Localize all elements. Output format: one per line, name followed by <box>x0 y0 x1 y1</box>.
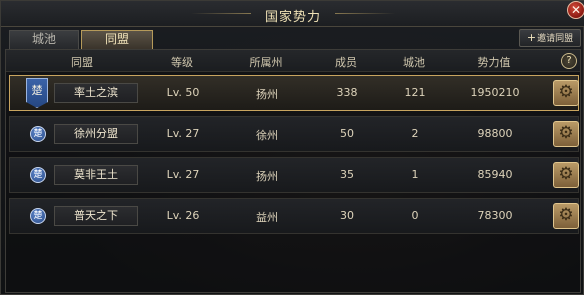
alliance-members: 35 <box>340 168 354 181</box>
header-state: 所属州 <box>249 56 283 69</box>
help-icon[interactable]: ? <box>561 53 577 69</box>
alliance-state: 扬州 <box>256 88 278 101</box>
alliance-state: 扬州 <box>256 170 278 183</box>
table-header: 同盟 等级 所属州 成员 城池 势力值 ? <box>6 50 580 72</box>
gear-icon[interactable]: ⚙ <box>553 121 579 147</box>
invite-alliance-label: 邀请同盟 <box>537 34 574 44</box>
alliance-emblem-icon: 楚 <box>30 126 46 142</box>
alliance-members: 338 <box>336 86 358 99</box>
alliance-level: Lv. 27 <box>166 127 200 140</box>
alliance-name: 普天之下 <box>54 206 138 226</box>
alliance-level: Lv. 27 <box>166 168 200 181</box>
header-cities: 城池 <box>403 56 425 69</box>
table-row[interactable]: 楚 莫非王土 Lv. 27 扬州 35 1 85940 ⚙ <box>9 157 579 193</box>
alliance-cities: 2 <box>411 127 419 140</box>
alliance-state: 益州 <box>256 211 278 224</box>
gear-icon[interactable]: ⚙ <box>553 80 579 106</box>
table-row[interactable]: 楚 普天之下 Lv. 26 益州 30 0 78300 ⚙ <box>9 198 579 234</box>
title-decoration-right <box>335 13 395 14</box>
alliance-power: 98800 <box>477 127 513 140</box>
alliance-power: 78300 <box>477 209 513 222</box>
alliance-power: 1950210 <box>470 86 520 99</box>
nation-power-panel: 国家势力 ✕ 城池 同盟 +邀请同盟 同盟 等级 所属州 成员 城池 势力值 ?… <box>0 0 584 295</box>
alliance-cities: 1 <box>411 168 419 181</box>
gear-icon[interactable]: ⚙ <box>553 203 579 229</box>
alliance-cities: 0 <box>411 209 419 222</box>
alliance-name: 莫非王土 <box>54 165 138 185</box>
header-alliance: 同盟 <box>71 56 93 69</box>
alliance-state: 徐州 <box>256 129 278 142</box>
alliance-table: 同盟 等级 所属州 成员 城池 势力值 ? 楚 率土之滨 Lv. 50 扬州 3… <box>5 49 581 293</box>
alliance-emblem-icon: 楚 <box>30 208 46 224</box>
header-level: 等级 <box>171 56 193 69</box>
tab-alliances[interactable]: 同盟 <box>81 30 153 49</box>
header-members: 成员 <box>335 56 357 69</box>
table-row[interactable]: 楚 徐州分盟 Lv. 27 徐州 50 2 98800 ⚙ <box>9 116 579 152</box>
alliance-cities: 121 <box>404 86 426 99</box>
alliance-emblem-icon: 楚 <box>30 167 46 183</box>
table-row[interactable]: 楚 率土之滨 Lv. 50 扬州 338 121 1950210 ⚙ <box>9 75 579 111</box>
close-button[interactable]: ✕ <box>567 1 584 19</box>
title-bar: 国家势力 <box>1 1 584 27</box>
header-power: 势力值 <box>477 56 511 69</box>
alliance-power: 85940 <box>477 168 513 181</box>
tab-cities[interactable]: 城池 <box>9 30 79 49</box>
alliance-members: 50 <box>340 127 354 140</box>
plus-icon: + <box>526 31 537 44</box>
alliance-name: 徐州分盟 <box>54 124 138 144</box>
alliance-members: 30 <box>340 209 354 222</box>
close-icon: ✕ <box>570 3 582 17</box>
alliance-name: 率土之滨 <box>54 83 138 103</box>
invite-alliance-button[interactable]: +邀请同盟 <box>519 29 581 47</box>
alliance-level: Lv. 50 <box>166 86 200 99</box>
panel-title: 国家势力 <box>264 10 321 25</box>
gear-icon[interactable]: ⚙ <box>553 162 579 188</box>
alliance-level: Lv. 26 <box>166 209 200 222</box>
alliance-banner-icon: 楚 <box>26 78 48 108</box>
